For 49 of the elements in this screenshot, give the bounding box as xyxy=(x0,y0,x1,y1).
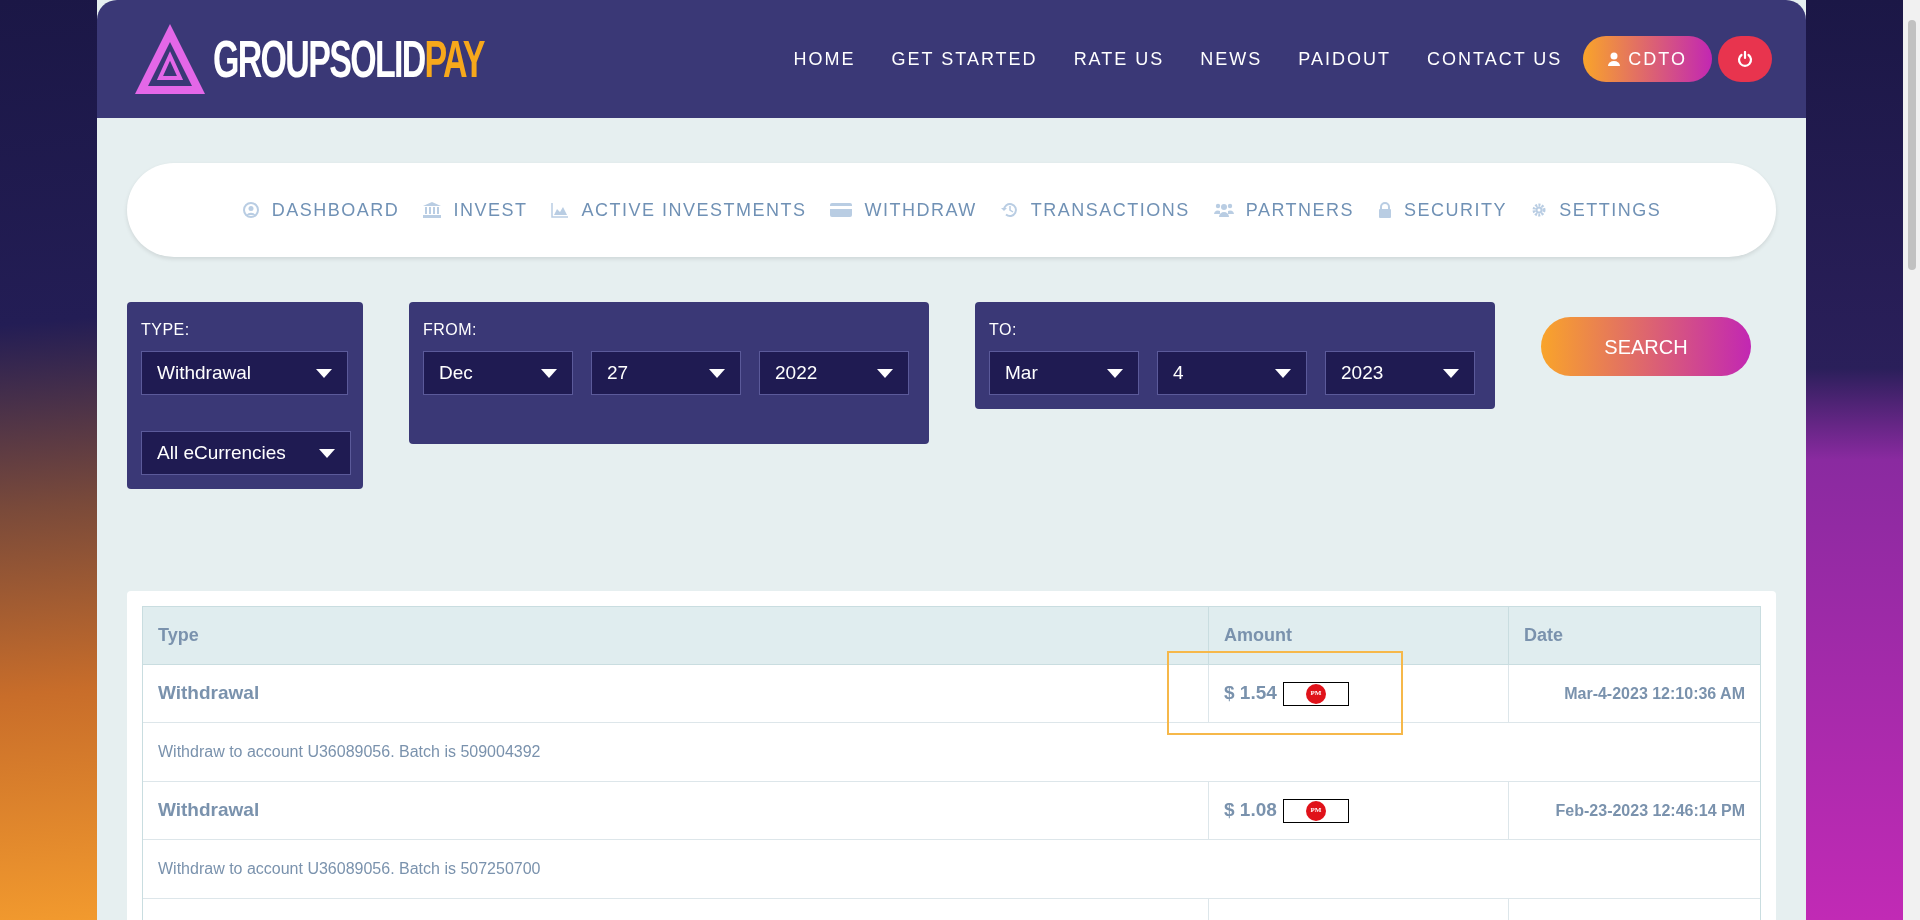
area-chart-icon xyxy=(551,202,570,218)
date-select[interactable]: 4 xyxy=(1157,351,1307,395)
users-icon xyxy=(1213,202,1234,218)
description-text: Withdraw to account U36089056. Batch is 507250700 xyxy=(158,859,541,879)
type-select[interactable]: Withdrawal xyxy=(141,351,348,395)
table-cell: Mar-4-2023 12:10:36 AM xyxy=(1508,665,1760,722)
currency-select[interactable]: All eCurrencies xyxy=(141,431,351,475)
menu-link[interactable]: CONTACT US xyxy=(1427,45,1563,73)
date-select[interactable]: 2022 xyxy=(759,351,909,395)
caret-icon xyxy=(319,448,335,458)
user-button[interactable]: CDTO xyxy=(1583,36,1712,82)
user-icon xyxy=(1608,52,1621,66)
filter-label: TO: xyxy=(989,320,1018,340)
logo-text: GROUPSOLIDPAY xyxy=(213,33,484,85)
date-select[interactable]: 27 xyxy=(591,351,741,395)
credit-card-icon xyxy=(830,202,853,218)
menu-link[interactable]: RATE US xyxy=(1073,45,1165,73)
filter-label: TYPE: xyxy=(141,320,191,340)
column-header: Type xyxy=(157,624,200,647)
date-select[interactable]: Mar xyxy=(989,351,1139,395)
date-select[interactable]: 2023 xyxy=(1325,351,1475,395)
caret-icon xyxy=(316,368,332,378)
column-header: Date xyxy=(1508,607,1760,664)
table-cell: Feb-23-2023 12:46:14 PM xyxy=(1508,782,1760,839)
menu-link[interactable]: NEWS xyxy=(1200,45,1263,73)
filter-label: FROM: xyxy=(423,320,479,340)
description-text: Withdraw to account U36089056. Batch is 509004392 xyxy=(158,742,541,762)
date-select[interactable]: Dec xyxy=(423,351,573,395)
caret-icon xyxy=(541,368,557,378)
gear-icon xyxy=(1531,202,1548,218)
column-header: Amount xyxy=(1208,607,1508,664)
caret-icon xyxy=(1443,368,1459,378)
caret-icon xyxy=(877,368,893,378)
table-cell-text: Withdrawal xyxy=(157,681,261,706)
power-icon xyxy=(1737,51,1753,67)
table-cell-text: Withdrawal xyxy=(157,798,261,823)
menu-link[interactable]: PAIDOUT xyxy=(1298,45,1391,73)
bank-icon xyxy=(423,202,442,218)
amount-text: $ 1.08 xyxy=(1224,798,1277,823)
menu-link[interactable]: GET STARTED xyxy=(891,45,1038,73)
caret-icon xyxy=(1275,368,1291,378)
user-circle-icon xyxy=(241,202,260,218)
lock-icon xyxy=(1378,202,1393,218)
power-button[interactable] xyxy=(1718,36,1772,82)
menu-link[interactable]: HOME xyxy=(793,45,856,73)
caret-icon xyxy=(1107,368,1123,378)
caret-icon xyxy=(709,368,725,378)
history-icon xyxy=(1000,202,1019,218)
amount-text: $ 1.54 xyxy=(1224,681,1277,706)
